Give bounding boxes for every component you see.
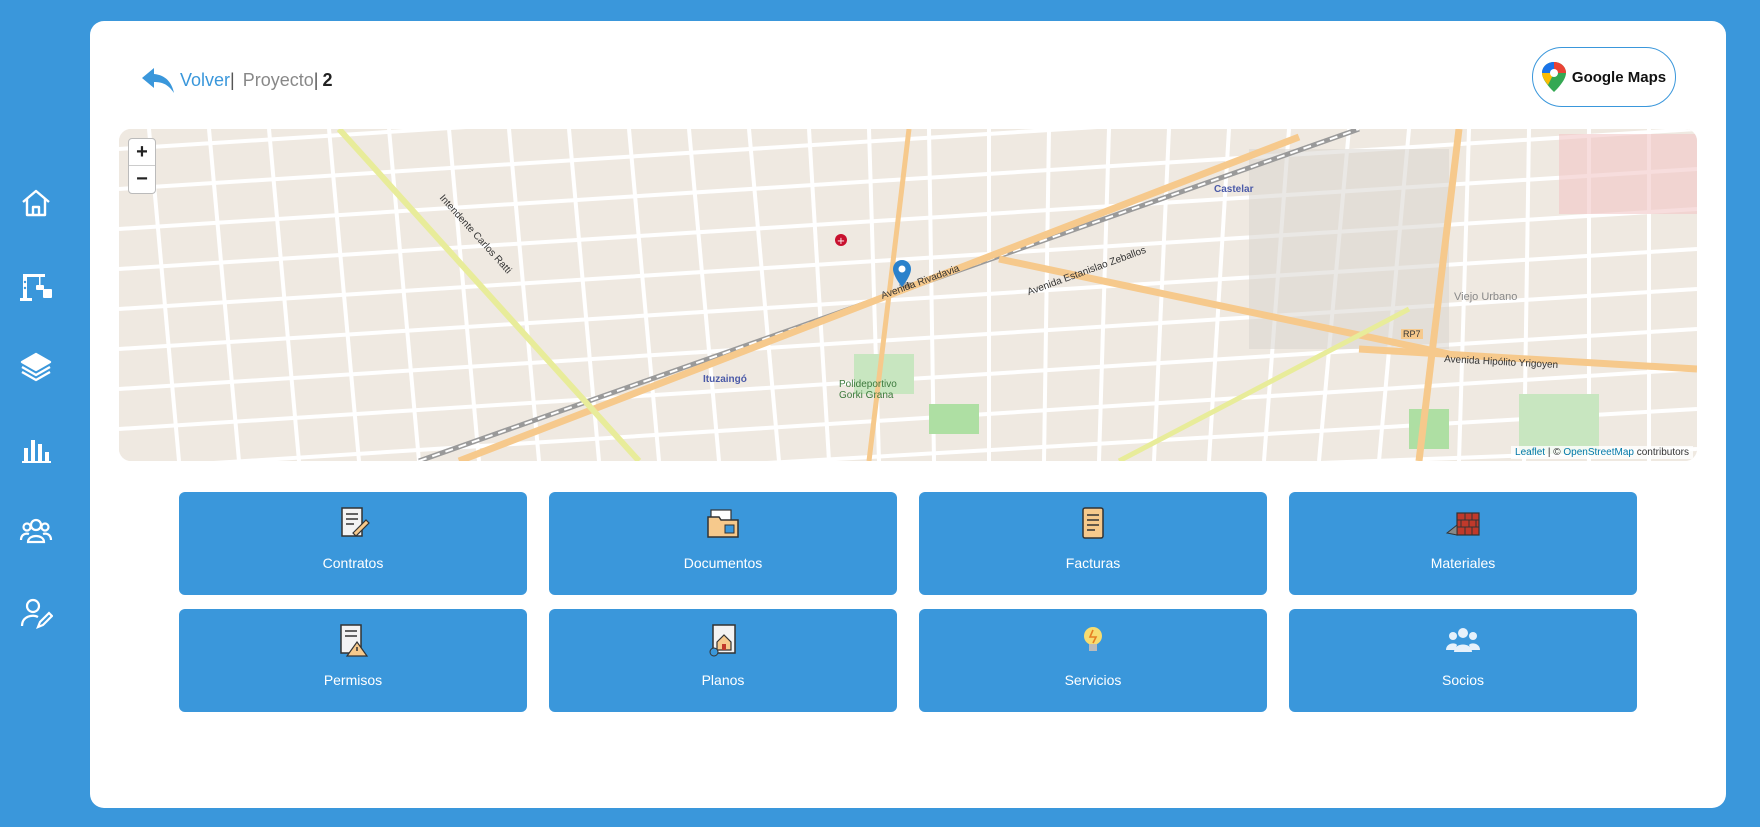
breadcrumb-separator-2: | xyxy=(313,69,319,90)
zoom-in-button[interactable]: + xyxy=(129,139,155,166)
project-number: 2 xyxy=(322,69,333,90)
tile-documentos[interactable]: Documentos xyxy=(549,492,897,595)
tile-label: Documentos xyxy=(683,555,763,571)
attribution-suffix: contributors xyxy=(1633,447,1689,458)
sidebar-item-reports[interactable] xyxy=(17,430,55,468)
map-label-viejo-urbano: Viejo Urbano xyxy=(1454,291,1518,303)
google-maps-label: Google Maps xyxy=(1571,68,1667,86)
svg-text:+: + xyxy=(837,236,845,247)
zoom-control: + − xyxy=(128,138,156,194)
sidebar-item-layers[interactable] xyxy=(17,348,55,386)
breadcrumb-separator: | xyxy=(230,69,235,90)
google-maps-button[interactable]: Google Maps xyxy=(1532,47,1676,107)
project-label: Proyecto xyxy=(242,69,314,90)
map-attribution: Leaflet | © OpenStreetMap contributors xyxy=(1511,446,1693,459)
tile-facturas[interactable]: Facturas xyxy=(919,492,1267,595)
tile-planos[interactable]: Planos xyxy=(549,609,897,712)
contract-icon xyxy=(341,507,370,537)
module-tiles: Contratos Documentos Facturas Materiales… xyxy=(179,492,1639,712)
sidebar-item-profile[interactable] xyxy=(17,594,55,632)
breadcrumb: Volver | Proyecto | 2 xyxy=(140,63,332,97)
tile-materiales[interactable]: Materiales xyxy=(1289,492,1637,595)
tile-label: Planos xyxy=(701,672,745,688)
map-label-ituzaingo: Ituzaingó xyxy=(703,374,747,385)
tile-contratos[interactable]: Contratos xyxy=(179,492,527,595)
sidebar-item-users[interactable] xyxy=(17,512,55,550)
invoice-icon xyxy=(1082,507,1104,539)
folder-documents-icon xyxy=(707,509,739,538)
partners-icon xyxy=(1446,628,1480,652)
blueprint-icon xyxy=(709,624,736,657)
sidebar xyxy=(0,0,90,827)
back-arrow-icon[interactable] xyxy=(140,65,176,95)
layers-icon xyxy=(20,352,52,382)
tile-label: Contratos xyxy=(322,555,384,571)
home-icon xyxy=(22,189,50,217)
leaflet-link[interactable]: Leaflet xyxy=(1515,447,1545,458)
user-edit-icon xyxy=(20,598,53,629)
map-label-polideportivo: Polideportivo Gorki Grana xyxy=(839,379,897,401)
map-label-rp7: RP7 xyxy=(1401,329,1423,339)
zoom-out-button[interactable]: − xyxy=(129,166,155,193)
lightbulb-icon xyxy=(1084,627,1102,651)
tile-label: Servicios xyxy=(1064,672,1122,688)
bar-chart-icon xyxy=(22,440,51,463)
permit-icon xyxy=(340,624,369,657)
tile-label: Permisos xyxy=(323,672,383,688)
construction-crane-icon xyxy=(20,274,52,301)
sidebar-item-projects[interactable] xyxy=(17,266,55,304)
main-card: Volver | Proyecto | 2 Google Maps + Cast… xyxy=(90,21,1726,808)
tile-permisos[interactable]: Permisos xyxy=(179,609,527,712)
google-maps-pin-icon xyxy=(1541,62,1566,92)
tile-servicios[interactable]: Servicios xyxy=(919,609,1267,712)
users-icon xyxy=(19,518,53,544)
back-link[interactable]: Volver xyxy=(180,70,230,91)
tile-socios[interactable]: Socios xyxy=(1289,609,1637,712)
tile-label: Facturas xyxy=(1065,555,1121,571)
attribution-separator: | © xyxy=(1545,447,1564,458)
tile-label: Materiales xyxy=(1430,555,1496,571)
tile-label: Socios xyxy=(1441,672,1485,688)
bricks-icon xyxy=(1445,512,1480,536)
map-label-castelar: Castelar xyxy=(1214,184,1254,195)
location-marker-icon[interactable] xyxy=(893,260,911,288)
openstreetmap-link[interactable]: OpenStreetMap xyxy=(1563,447,1634,458)
map[interactable]: + Castelar Ituzaingó Polideportivo Gorki… xyxy=(119,129,1697,461)
sidebar-item-home[interactable] xyxy=(17,184,55,222)
